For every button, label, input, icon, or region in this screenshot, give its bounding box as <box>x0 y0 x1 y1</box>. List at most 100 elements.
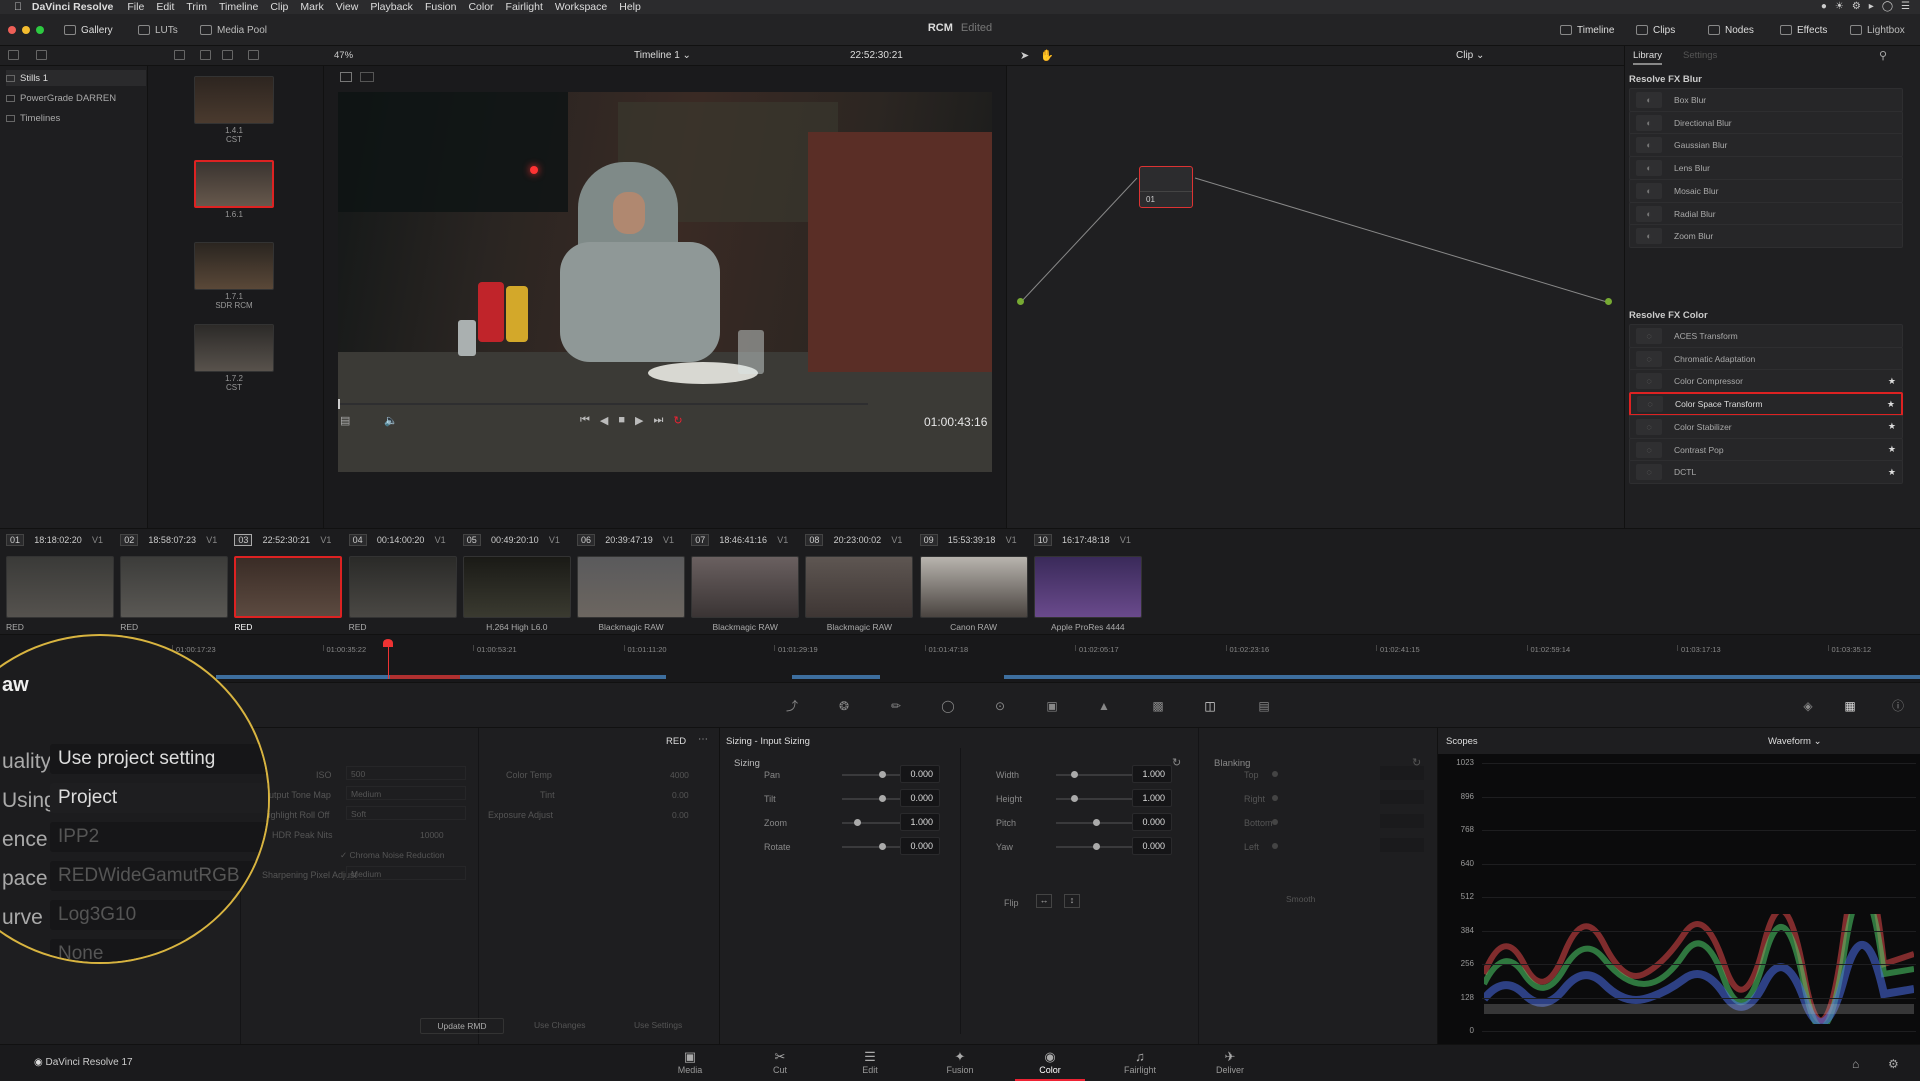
input-node-dot[interactable] <box>1017 298 1024 305</box>
playhead-handle[interactable] <box>383 639 393 647</box>
clip-thumbnail[interactable] <box>805 556 914 618</box>
loop-icon[interactable]: ↻ <box>673 414 682 427</box>
clip-thumbnail[interactable] <box>691 556 800 618</box>
tab-settings[interactable]: Settings <box>1683 50 1717 61</box>
magic-mask-icon[interactable]: ▣ <box>1044 699 1060 713</box>
tilt-field[interactable]: 0.000 <box>900 789 940 807</box>
height-slider[interactable] <box>1056 795 1138 802</box>
menu-clip[interactable]: Clip <box>270 1 288 13</box>
tilt-slider-knob[interactable] <box>879 795 886 802</box>
pan-slider-knob[interactable] <box>879 771 886 778</box>
output-node-dot[interactable] <box>1605 298 1612 305</box>
curves-icon[interactable]: ⤴ <box>784 699 800 713</box>
tab-timeline[interactable]: Timeline <box>1560 22 1614 38</box>
blanking-right-knob[interactable] <box>1272 795 1278 801</box>
tab-nodes[interactable]: Nodes <box>1708 22 1754 38</box>
magnified-field[interactable]: IPP2 <box>50 822 268 852</box>
flip-horizontal-button[interactable]: ↔ <box>1036 894 1052 908</box>
list-view-icon[interactable] <box>222 50 233 60</box>
width-field[interactable]: 1.000 <box>1132 765 1172 783</box>
pitch-slider-knob[interactable] <box>1093 819 1100 826</box>
zoom-field[interactable]: 1.000 <box>900 813 940 831</box>
page-fairlight[interactable]: ♫ Fairlight <box>1105 1049 1175 1081</box>
home-icon[interactable]: ⌂ <box>1852 1057 1859 1071</box>
iso-dropdown[interactable]: 500 <box>346 766 466 780</box>
clip-thumbnail[interactable] <box>234 556 343 618</box>
yaw-slider-knob[interactable] <box>1093 843 1100 850</box>
playhead[interactable] <box>388 643 389 679</box>
search-icon[interactable] <box>248 50 259 60</box>
stills-icon[interactable] <box>36 50 47 60</box>
page-cut[interactable]: ✂ Cut <box>745 1049 815 1081</box>
sort-icon[interactable] <box>174 50 185 60</box>
section-resolve-fx-color[interactable]: Resolve FX Color <box>1629 310 1708 321</box>
still-thumbnail[interactable] <box>194 242 274 290</box>
corrector-node[interactable]: 01 <box>1139 166 1193 208</box>
use-settings-button[interactable]: Use Settings <box>634 1020 682 1030</box>
clip-thumbnail[interactable] <box>1033 556 1142 618</box>
blanking-left-knob[interactable] <box>1272 843 1278 849</box>
viewer-mode-icon[interactable] <box>340 72 352 82</box>
fx-item[interactable]: ◐ Mosaic Blur <box>1629 178 1903 203</box>
favorite-star-icon[interactable]: ★ <box>1888 376 1896 387</box>
menu-color[interactable]: Color <box>468 1 493 13</box>
color-temp-value[interactable]: 4000 <box>670 770 689 780</box>
peak-nits-value[interactable]: 10000 <box>420 830 444 840</box>
window-icon[interactable]: ◯ <box>940 699 956 713</box>
menu-mark[interactable]: Mark <box>300 1 323 13</box>
scopes-icon[interactable]: ▦ <box>1842 699 1858 713</box>
yaw-slider[interactable] <box>1056 843 1138 850</box>
timeline-selector[interactable]: Timeline 1 ⌄ <box>634 50 691 61</box>
playhead[interactable] <box>338 399 340 409</box>
height-slider-knob[interactable] <box>1071 795 1078 802</box>
search-icon[interactable]: ⚲ <box>1879 49 1887 62</box>
split-screen-icon[interactable] <box>360 72 374 82</box>
fx-item[interactable]: ◌ Contrast Pop ★ <box>1629 437 1903 462</box>
page-fusion[interactable]: ✦ Fusion <box>925 1049 995 1081</box>
yaw-field[interactable]: 0.000 <box>1132 837 1172 855</box>
blanking-left-field[interactable] <box>1380 838 1424 852</box>
fx-item[interactable]: ◌ Chromatic Adaptation <box>1629 346 1903 371</box>
blur-icon[interactable]: ▲ <box>1096 699 1112 713</box>
favorite-star-icon[interactable]: ★ <box>1887 399 1895 410</box>
tint-value[interactable]: 0.00 <box>672 790 689 800</box>
tone-map-dropdown[interactable]: Medium <box>346 786 466 800</box>
flip-vertical-button[interactable]: ↕ <box>1064 894 1080 908</box>
info-icon[interactable]: ⓘ <box>1890 699 1906 713</box>
still-thumbnail[interactable] <box>194 160 274 208</box>
magnified-field[interactable]: Use project setting <box>50 744 268 774</box>
qualifier-icon[interactable]: ✏ <box>888 699 904 713</box>
reverse-icon[interactable]: ◀ <box>600 414 608 427</box>
more-options-icon[interactable]: ⋯ <box>698 734 708 745</box>
blanking-bottom-knob[interactable] <box>1272 819 1278 825</box>
favorite-star-icon[interactable]: ★ <box>1888 444 1896 455</box>
rotate-slider-knob[interactable] <box>879 843 886 850</box>
section-resolve-fx-blur[interactable]: Resolve FX Blur <box>1629 74 1702 85</box>
fx-item[interactable]: ◐ Zoom Blur <box>1629 224 1903 249</box>
fx-item[interactable]: ◐ Directional Blur <box>1629 110 1903 135</box>
menu-edit[interactable]: Edit <box>156 1 174 13</box>
favorite-star-icon[interactable]: ★ <box>1888 467 1896 478</box>
reset-icon[interactable]: ↻ <box>1172 756 1181 769</box>
sharpening-dropdown[interactable]: Medium <box>346 866 466 880</box>
page-deliver[interactable]: ✈ Deliver <box>1195 1049 1265 1081</box>
magnified-field[interactable]: Log3G10 <box>50 900 268 930</box>
go-to-start-icon[interactable]: ⏮ <box>580 414 590 427</box>
tab-effects[interactable]: Effects <box>1780 22 1827 38</box>
menu-playback[interactable]: Playback <box>370 1 413 13</box>
page-media[interactable]: ▣ Media <box>655 1049 725 1081</box>
play-icon[interactable]: ▶ <box>635 414 643 427</box>
sidebar-toggle-icon[interactable] <box>8 50 19 60</box>
key-icon[interactable]: ▩ <box>1150 699 1166 713</box>
menu-fairlight[interactable]: Fairlight <box>506 1 543 13</box>
pan-field[interactable]: 0.000 <box>900 765 940 783</box>
blanking-top-knob[interactable] <box>1272 771 1278 777</box>
hand-icon[interactable]: ✋ <box>1040 49 1054 62</box>
fx-item[interactable]: ◌ Color Compressor ★ <box>1629 369 1903 394</box>
chroma-nr-checkbox[interactable]: ✓ Chroma Noise Reduction <box>340 850 444 861</box>
fx-item[interactable]: ◌ DCTL ★ <box>1629 460 1903 485</box>
magnified-field[interactable]: None <box>50 939 268 962</box>
album-stills-1[interactable]: Stills 1 <box>6 70 146 86</box>
height-field[interactable]: 1.000 <box>1132 789 1172 807</box>
tab-lightbox[interactable]: Lightbox <box>1850 22 1905 38</box>
